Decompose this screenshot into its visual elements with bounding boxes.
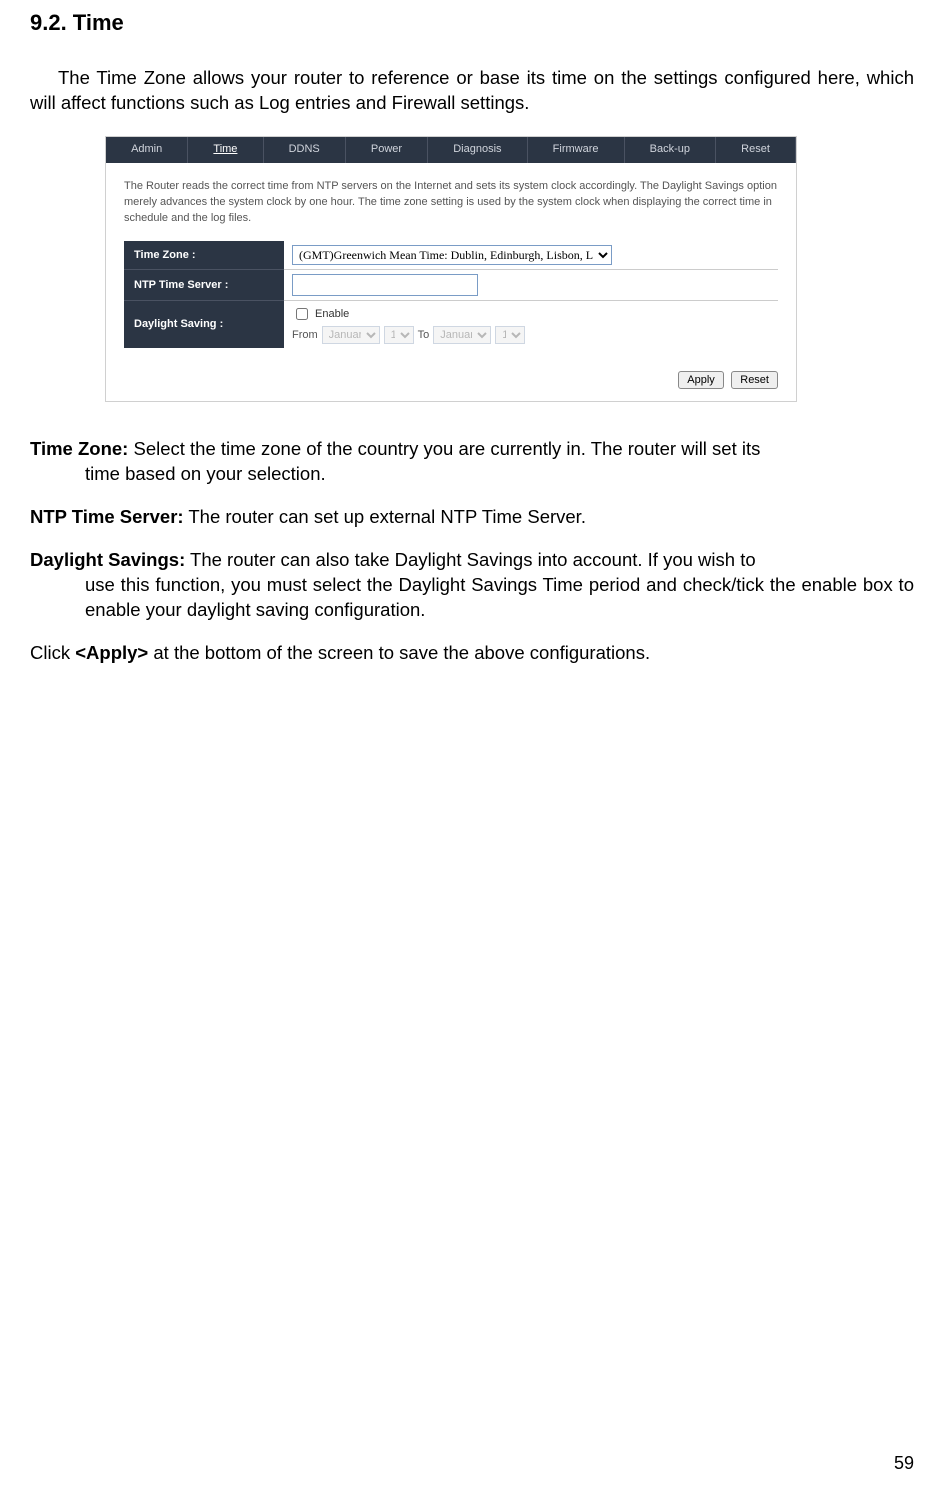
daylight-from-text: From [292, 329, 318, 341]
daylight-enable-text: Enable [315, 308, 349, 320]
def-ntp-text: The router can set up external NTP Time … [184, 506, 586, 527]
intro-paragraph: The Time Zone allows your router to refe… [30, 66, 914, 116]
settings-table: Time Zone : (GMT)Greenwich Mean Time: Du… [124, 241, 778, 348]
def-timezone: Time Zone: Select the time zone of the c… [30, 437, 914, 487]
def-ntp-label: NTP Time Server: [30, 506, 184, 527]
section-heading: 9.2. Time [30, 10, 914, 36]
tab-admin[interactable]: Admin [106, 137, 188, 163]
ntp-input[interactable] [292, 274, 478, 296]
daylight-to-month-select[interactable]: January [433, 326, 491, 344]
def-timezone-text-rest: time based on your selection. [30, 462, 914, 487]
closing-apply: <Apply> [75, 642, 148, 663]
daylight-from-day-select[interactable]: 1 [384, 326, 414, 344]
timezone-label: Time Zone : [124, 241, 284, 270]
closing-post: at the bottom of the screen to save the … [148, 642, 650, 663]
def-timezone-label: Time Zone: [30, 438, 128, 459]
def-ntp: NTP Time Server: The router can set up e… [30, 505, 914, 530]
daylight-label: Daylight Saving : [124, 300, 284, 348]
daylight-to-text: To [418, 329, 430, 341]
reset-button[interactable]: Reset [731, 371, 778, 389]
daylight-from-month-select[interactable]: January [322, 326, 380, 344]
router-screenshot: Admin Time DDNS Power Diagnosis Firmware… [105, 136, 797, 402]
def-timezone-text-line1: Select the time zone of the country you … [128, 438, 760, 459]
tab-power[interactable]: Power [346, 137, 428, 163]
tab-ddns[interactable]: DDNS [264, 137, 346, 163]
screenshot-description: The Router reads the correct time from N… [124, 179, 778, 227]
def-daylight-text-rest: use this function, you must select the D… [30, 573, 914, 623]
tab-diagnosis[interactable]: Diagnosis [428, 137, 527, 163]
def-daylight-label: Daylight Savings: [30, 549, 185, 570]
timezone-select[interactable]: (GMT)Greenwich Mean Time: Dublin, Edinbu… [292, 245, 612, 265]
daylight-to-day-select[interactable]: 1 [495, 326, 525, 344]
daylight-enable-checkbox[interactable] [296, 308, 308, 320]
definitions-block: Time Zone: Select the time zone of the c… [30, 437, 914, 666]
page-number: 59 [894, 1453, 914, 1474]
ntp-label: NTP Time Server : [124, 269, 284, 300]
def-daylight-text-line1: The router can also take Daylight Saving… [185, 549, 755, 570]
tab-time[interactable]: Time [188, 137, 263, 163]
tab-firmware[interactable]: Firmware [528, 137, 625, 163]
def-daylight: Daylight Savings: The router can also ta… [30, 548, 914, 623]
closing-pre: Click [30, 642, 75, 663]
tab-bar: Admin Time DDNS Power Diagnosis Firmware… [106, 137, 796, 163]
tab-reset[interactable]: Reset [716, 137, 796, 163]
tab-backup[interactable]: Back-up [625, 137, 717, 163]
closing-paragraph: Click <Apply> at the bottom of the scree… [30, 641, 914, 666]
apply-button[interactable]: Apply [678, 371, 724, 389]
